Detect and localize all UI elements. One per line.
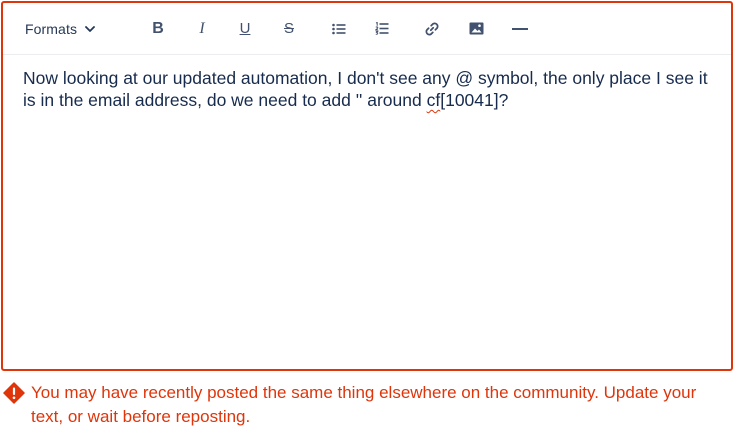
error-icon: [3, 382, 25, 409]
formats-label: Formats: [25, 20, 78, 37]
numbered-list-icon: [375, 22, 389, 35]
numbered-list-button[interactable]: [371, 3, 393, 54]
strikethrough-button[interactable]: S: [278, 3, 300, 54]
formats-dropdown[interactable]: Formats: [25, 3, 111, 54]
misspelled-word: cf: [426, 90, 441, 110]
italic-button[interactable]: I: [191, 3, 213, 54]
error-message: You may have recently posted the same th…: [3, 381, 723, 429]
error-text: You may have recently posted the same th…: [31, 383, 697, 426]
link-button[interactable]: [421, 3, 443, 54]
comment-editor[interactable]: Formats B I U S Now looking at our updat…: [1, 1, 733, 371]
bold-button[interactable]: B: [147, 3, 169, 54]
italic-icon: I: [199, 19, 205, 37]
horizontal-rule-button[interactable]: [508, 3, 532, 54]
image-icon: [469, 22, 484, 35]
underline-button[interactable]: U: [234, 3, 256, 54]
bold-icon: B: [152, 19, 164, 37]
editor-text: Now looking at our updated automation, I…: [23, 68, 708, 110]
horizontal-rule-icon: [512, 27, 528, 31]
strikethrough-icon: S: [283, 20, 294, 37]
editor-content[interactable]: Now looking at our updated automation, I…: [23, 67, 713, 111]
underline-icon: U: [239, 20, 251, 37]
editor-text-end: [10041]?: [440, 90, 509, 110]
image-button[interactable]: [465, 3, 487, 54]
editor-toolbar: Formats B I U S: [3, 3, 731, 55]
link-icon: [424, 21, 440, 37]
bullet-list-button[interactable]: [328, 3, 350, 54]
chevron-down-icon: [85, 25, 95, 32]
bullet-list-icon: [332, 23, 346, 35]
